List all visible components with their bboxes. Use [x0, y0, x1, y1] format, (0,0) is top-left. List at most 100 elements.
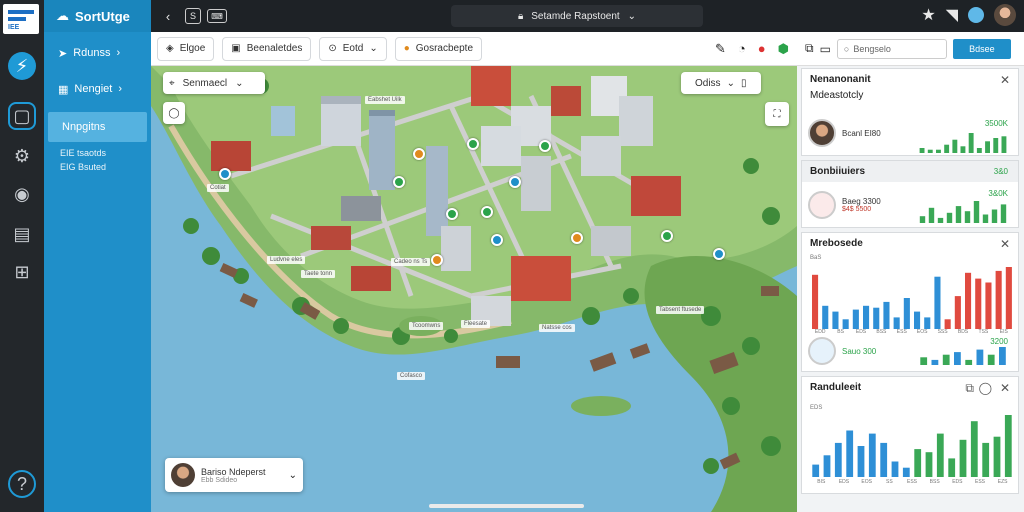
locate-button[interactable]: ◯ — [163, 102, 185, 124]
map-label: Tabsent ftusede — [656, 306, 705, 314]
clock-icon[interactable]: ◔ — [738, 41, 746, 57]
map-label: Natsse cos — [539, 324, 575, 332]
address-bar[interactable]: 🔒︎ Setamde Rapstoent ⌄ — [451, 5, 703, 27]
chart-bar — [925, 452, 933, 477]
sidebar-subitem[interactable]: EIG Bsuted — [44, 160, 151, 174]
card-subtitle: Mdeastotcly — [810, 90, 864, 101]
map-marker[interactable] — [509, 176, 521, 188]
panel-search-input[interactable]: ○ Bengselo — [836, 38, 947, 59]
cloud-icon: ☁ — [56, 8, 69, 23]
map-mode-select[interactable]: Odiss ⌄ ▯ — [681, 72, 761, 94]
chart-bar — [973, 201, 980, 223]
tab-icon[interactable]: S — [185, 8, 201, 24]
panel-search-button[interactable]: Bdsee — [952, 38, 1011, 59]
chart-bar — [924, 317, 931, 329]
save-icon[interactable]: ▤ — [8, 220, 36, 248]
shield-icon[interactable]: ⬢ — [778, 41, 789, 57]
sidebar-item-nnpgitns[interactable]: Nnpgitns — [48, 112, 147, 142]
info-icon[interactable]: ◯ — [979, 381, 992, 395]
sidebar-brand[interactable]: ☁ SortUtge — [44, 0, 151, 32]
chart-tick-label: EDS — [855, 329, 867, 335]
status-icon[interactable] — [968, 7, 984, 23]
map-marker[interactable] — [539, 140, 551, 152]
chevron-down-icon[interactable]: ⌄ — [289, 470, 297, 481]
help-icon[interactable]: ? — [8, 470, 36, 498]
fullscreen-button[interactable]: ⛶ — [765, 102, 789, 126]
sidebar-item-rdunss[interactable]: ➤ Rdunss › — [44, 38, 151, 68]
chart-bar — [999, 347, 1006, 365]
map-marker[interactable] — [481, 206, 493, 218]
map-marker[interactable] — [467, 138, 479, 150]
map-marker[interactable] — [393, 176, 405, 188]
coin-chip[interactable]: ● Gosracbepte — [394, 36, 483, 61]
chart-bar — [976, 349, 984, 365]
chart-bar — [1004, 415, 1012, 477]
edit-icon[interactable]: ✎ — [715, 41, 726, 57]
chart-bar — [934, 276, 941, 329]
star-icon[interactable]: ★ — [921, 5, 935, 25]
keyboard-icon[interactable]: ⌨ — [207, 9, 227, 23]
map-view[interactable]: ⌖ Senmaecl ⌄ ◯ Odiss ⌄ ▯ ⛶ Eabshet Uilk … — [151, 66, 797, 512]
map-info-card[interactable]: Bariso Ndeperst Ebb Sdideo ⌄ — [165, 458, 303, 492]
navigation-icon: ➤ — [58, 47, 68, 60]
close-icon[interactable]: ✕ — [1000, 73, 1010, 87]
chart-tick-label: BDS — [957, 329, 969, 335]
wifi-icon[interactable]: ◥ — [946, 5, 958, 25]
close-icon[interactable]: ✕ — [1000, 237, 1010, 251]
chart-bar — [975, 278, 982, 329]
close-icon[interactable]: ✕ — [1000, 381, 1010, 395]
chart-bar — [937, 217, 944, 223]
sidebar-subitem[interactable]: EIE tsaotds — [44, 146, 151, 160]
map-marker[interactable] — [413, 148, 425, 160]
map-marker[interactable] — [713, 248, 725, 260]
sidebar-item-nengiet[interactable]: ▦ Nengiet › — [44, 74, 151, 104]
chart-tick-label: EIS — [999, 329, 1008, 335]
chart-bar — [959, 439, 967, 477]
map-marker[interactable] — [571, 232, 583, 244]
chart-tick-label: EDS — [952, 479, 963, 485]
grid-icon[interactable]: ⊞ — [8, 258, 36, 286]
header-value: 3&0 — [993, 167, 1008, 176]
bar-chart — [812, 267, 1012, 329]
chart-bar — [1005, 267, 1012, 329]
map-marker[interactable] — [446, 208, 458, 220]
eye-icon[interactable]: ◉ — [8, 180, 36, 208]
alert-icon[interactable]: ● — [758, 41, 766, 57]
chart-tick-label: EZS — [997, 479, 1008, 485]
horizontal-scrollbar[interactable] — [429, 504, 584, 508]
copy-icon[interactable]: ⧉ — [805, 41, 814, 56]
app-logo[interactable]: IEE — [3, 4, 39, 34]
chart-bar — [812, 464, 820, 477]
settings-icon[interactable]: ⚙ — [8, 142, 36, 170]
window-icon[interactable]: ▢ — [8, 102, 36, 130]
map-marker[interactable] — [219, 168, 231, 180]
user-avatar[interactable] — [994, 4, 1016, 26]
copy-icon[interactable]: ⧉ — [965, 381, 974, 396]
map-marker[interactable] — [491, 234, 503, 246]
pin-chip[interactable]: ⊙ Eotd ⌄ — [319, 36, 387, 61]
clipboard-icon[interactable]: ▭ — [820, 42, 831, 56]
layers-chip[interactable]: ◈ Elgoe — [157, 36, 215, 61]
map-marker[interactable] — [431, 254, 443, 266]
chart-tick-label: EDD — [814, 329, 826, 335]
coin-icon: ● — [403, 43, 410, 54]
chart-bar — [965, 359, 973, 365]
avatar — [808, 119, 836, 147]
chart-tick-label: BS — [837, 329, 844, 335]
chart-bar — [842, 319, 849, 329]
chart-bar — [920, 357, 928, 365]
pin-icon: ⌖ — [169, 77, 175, 89]
chart-bar — [822, 305, 829, 329]
map-marker[interactable] — [661, 230, 673, 242]
lock-icon: 🔒︎ — [517, 10, 524, 22]
chart-bar — [863, 305, 870, 329]
documents-chip[interactable]: ▣ Beenaletdes — [222, 36, 312, 61]
back-icon[interactable]: ‹ — [157, 5, 179, 27]
map-label: Cofasco — [397, 372, 426, 380]
map-search-control[interactable]: ⌖ Senmaecl ⌄ — [163, 72, 265, 94]
chart-tick-label: BIS — [817, 479, 826, 485]
chart-bar — [823, 455, 831, 477]
chart-bar — [942, 354, 950, 365]
chart-tick-label: EDS — [838, 479, 850, 485]
bolt-icon[interactable]: ⚡ — [8, 52, 36, 80]
